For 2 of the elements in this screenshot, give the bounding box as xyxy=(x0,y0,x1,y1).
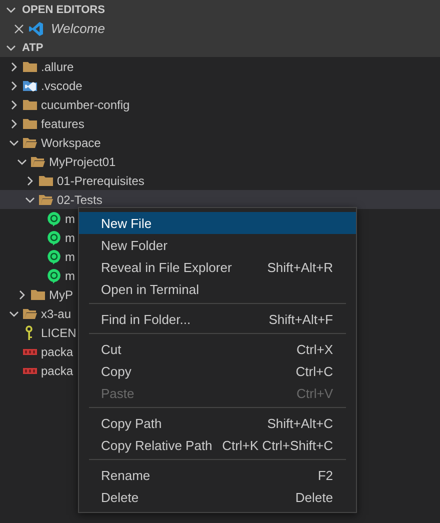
section-title: ATP xyxy=(22,42,44,54)
section-title: OPEN EDITORS xyxy=(22,4,105,16)
